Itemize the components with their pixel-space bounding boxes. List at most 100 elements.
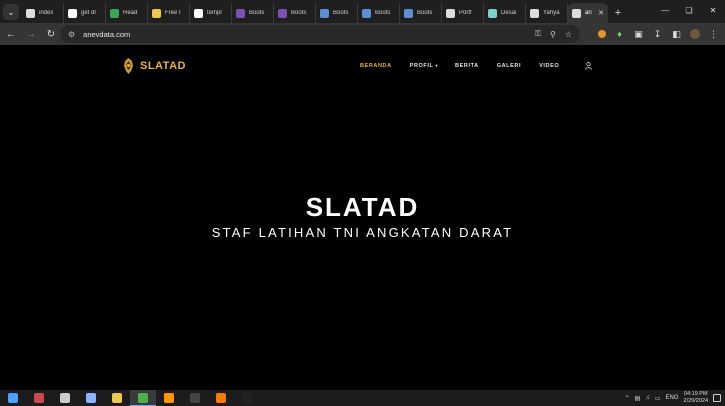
back-button[interactable]: ← xyxy=(2,25,20,43)
browser-tab[interactable]: get dr xyxy=(64,3,106,23)
main-navigation: BERANDA PROFIL▼ BERITA GALERI VIDEO xyxy=(360,63,577,69)
notification-icon[interactable] xyxy=(713,394,721,402)
new-tab-button[interactable]: + xyxy=(610,3,626,23)
browser-tab[interactable]: Boots xyxy=(232,3,274,23)
tab-title: Boots xyxy=(417,10,433,16)
tab-title: index xyxy=(39,10,54,16)
taskbar-terminal[interactable] xyxy=(182,390,208,406)
terminal-icon xyxy=(190,393,200,403)
password-key-icon[interactable]: ⚿ xyxy=(535,29,541,39)
tab-search-button[interactable]: ⌄ xyxy=(3,4,19,20)
taskbar-windows-start[interactable] xyxy=(0,390,26,406)
browser-tab[interactable]: templ xyxy=(190,3,232,23)
windows-start-icon xyxy=(8,393,18,403)
side-panel-icon[interactable]: ◧ xyxy=(671,29,682,40)
browser-tab[interactable]: Boots xyxy=(400,3,442,23)
google-icon xyxy=(194,8,203,18)
reload-button[interactable]: ↻ xyxy=(42,25,60,43)
restore-button[interactable]: ❏ xyxy=(677,0,701,20)
browser-tab-strip: ⌄ index get dr Read Free I templ Boots Boots Bo… xyxy=(0,0,725,23)
tray-chevron-up-icon[interactable]: ⌃ xyxy=(625,395,630,402)
site-globe-icon xyxy=(26,8,35,18)
taskbar-archive-app[interactable] xyxy=(26,390,52,406)
minimize-button[interactable]: — xyxy=(653,0,677,20)
system-tray: ⌃ ▤ ♫ ▭ ENG 04:19 PM 2/29/2024 xyxy=(625,390,725,406)
volume-icon[interactable]: ♫ xyxy=(645,395,650,401)
extensions-area: ♦ ▣ ↧ ◧ ⋮ xyxy=(598,23,725,45)
tab-title: Boots xyxy=(375,10,391,16)
close-tab-icon[interactable]: ✕ xyxy=(598,9,604,17)
design-icon xyxy=(488,8,497,18)
extensions-puzzle-icon[interactable]: ▣ xyxy=(633,29,644,40)
site-globe-icon xyxy=(572,8,581,18)
taskbar-xampp[interactable] xyxy=(208,390,234,406)
tab-title: Boots xyxy=(291,10,307,16)
tab-title: Portf xyxy=(459,10,472,16)
site-info-icon[interactable]: ⚙ xyxy=(68,30,75,39)
tab-list: index get dr Read Free I templ Boots Boots Boot… xyxy=(22,0,608,23)
browser-tab[interactable]: Portf xyxy=(442,3,484,23)
slatad-emblem-icon xyxy=(124,58,133,74)
archive-app-icon xyxy=(34,393,44,403)
zoom-icon[interactable]: ⚲ xyxy=(550,30,556,39)
extension-orange-icon[interactable] xyxy=(598,30,606,38)
plus-icon: + xyxy=(614,7,622,19)
folder-icon xyxy=(112,393,122,403)
download-icon[interactable]: ↧ xyxy=(652,29,663,40)
site-globe-icon xyxy=(530,8,539,18)
taskbar-apps xyxy=(0,390,260,406)
extension-green-icon[interactable]: ♦ xyxy=(614,29,625,40)
nav-beranda[interactable]: BERANDA xyxy=(360,63,392,69)
language-indicator[interactable]: ENG xyxy=(666,395,679,401)
close-window-button[interactable]: ✕ xyxy=(701,0,725,20)
taskbar-sublime[interactable] xyxy=(156,390,182,406)
caret-down-icon: ▼ xyxy=(434,63,440,68)
browser-tab[interactable]: Boots xyxy=(274,3,316,23)
tab-title: templ xyxy=(207,10,222,16)
hero-subtitle: STAF LATIHAN TNI ANGKATAN DARAT xyxy=(211,225,514,240)
nav-profil[interactable]: PROFIL▼ xyxy=(410,63,439,69)
browser-tab[interactable]: index xyxy=(22,3,64,23)
taskbar-folder[interactable] xyxy=(104,390,130,406)
browser-tab[interactable]: Desai xyxy=(484,3,526,23)
nav-video[interactable]: VIDEO xyxy=(539,63,559,69)
arrow-left-icon: ← xyxy=(6,28,16,40)
nav-berita[interactable]: BERITA xyxy=(455,63,479,69)
browser-tab[interactable]: Read xyxy=(106,3,148,23)
browser-tab[interactable]: Boots xyxy=(358,3,400,23)
tab-title: Read xyxy=(123,10,138,16)
taskbar-clock[interactable]: 04:19 PM 2/29/2024 xyxy=(684,391,708,405)
tool-app-icon xyxy=(60,393,70,403)
cmd-icon xyxy=(242,393,252,403)
tab-title: an xyxy=(585,10,592,16)
taskbar-files-app[interactable] xyxy=(78,390,104,406)
forward-button[interactable]: → xyxy=(22,25,40,43)
taskbar-tool-app[interactable] xyxy=(52,390,78,406)
taskbar-cmd[interactable] xyxy=(234,390,260,406)
kebab-menu-icon[interactable]: ⋮ xyxy=(708,29,719,40)
profile-avatar[interactable] xyxy=(690,29,700,39)
address-bar[interactable]: ⚙ anevdata.com ⚿ ⚲ ☆ xyxy=(60,25,580,43)
chevron-down-icon: ⌄ xyxy=(7,6,15,17)
taskbar-chrome[interactable] xyxy=(130,390,156,406)
bookmark-star-icon[interactable]: ☆ xyxy=(565,30,572,39)
nav-galeri[interactable]: GALERI xyxy=(497,63,521,69)
tab-title: Free I xyxy=(165,10,181,16)
browser-tab[interactable]: Free I xyxy=(148,3,190,23)
xampp-icon xyxy=(216,393,226,403)
arrow-right-icon: → xyxy=(26,28,36,40)
user-icon[interactable] xyxy=(585,62,592,70)
battery-icon[interactable]: ▭ xyxy=(655,395,661,402)
nav-profil-label: PROFIL xyxy=(409,63,434,69)
network-icon[interactable]: ▤ xyxy=(635,395,641,402)
clock-date: 2/29/2024 xyxy=(683,398,708,404)
browser-tab[interactable]: an ✕ xyxy=(568,3,608,23)
browser-tab[interactable]: Yahya xyxy=(526,3,568,23)
site-brand[interactable]: SLATAD xyxy=(123,58,186,74)
browser-tab[interactable]: Boots xyxy=(316,3,358,23)
hero-title: SLATAD xyxy=(305,192,420,222)
tab-title: get dr xyxy=(81,10,97,16)
chrome-icon xyxy=(138,392,148,403)
site-globe-icon xyxy=(446,8,455,18)
website-viewport: SLATAD BERANDA PROFIL▼ BERITA GALERI VID… xyxy=(0,45,725,390)
